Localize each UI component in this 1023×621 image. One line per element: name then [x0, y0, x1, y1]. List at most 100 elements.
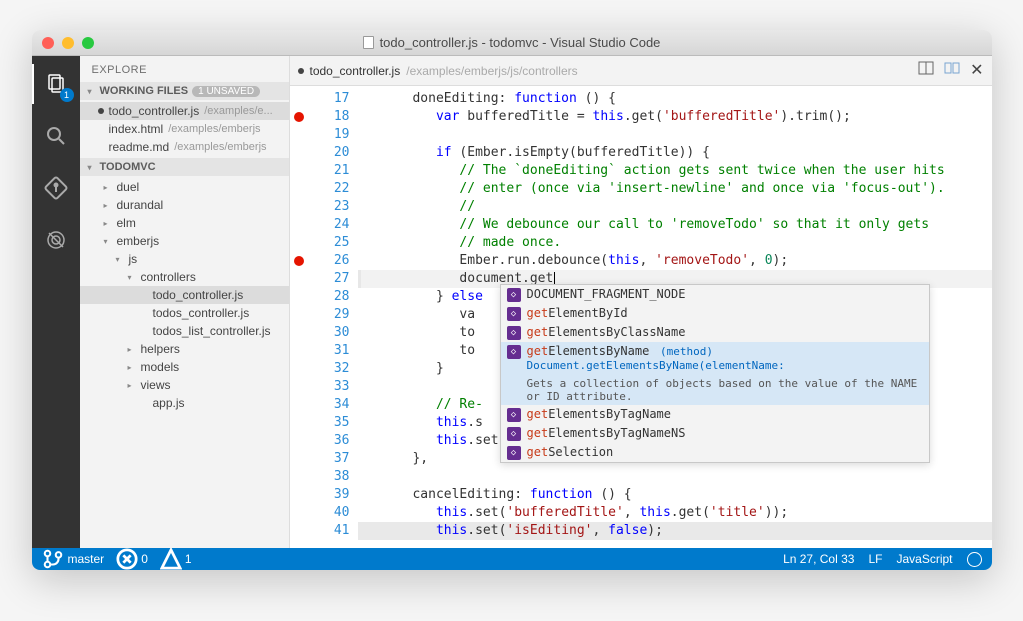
tree-folder[interactable]: ▸duel — [80, 178, 289, 196]
tree-folder[interactable]: ▸helpers — [80, 340, 289, 358]
line-number: 29 — [312, 306, 350, 324]
code-line[interactable]: // enter (once via 'insert-newline' and … — [358, 180, 992, 198]
chevron-down-icon: ▾ — [104, 237, 112, 245]
code-line[interactable] — [358, 126, 992, 144]
maximize-window[interactable] — [82, 37, 94, 49]
intellisense-item[interactable]: ◇getSelection — [501, 443, 929, 462]
code-line[interactable]: var bufferedTitle = this.get('bufferedTi… — [358, 108, 992, 126]
code-line[interactable]: Ember.run.debounce(this, 'removeTodo', 0… — [358, 252, 992, 270]
status-warnings[interactable]: 1 — [160, 548, 192, 570]
intellisense-popup[interactable]: ◇DOCUMENT_FRAGMENT_NODE◇getElementById◇g… — [500, 284, 930, 463]
split-editor-icon[interactable] — [918, 60, 934, 81]
code-line[interactable]: this.set('bufferedTitle', this.get('titl… — [358, 504, 992, 522]
chevron-right-icon: ▸ — [128, 381, 136, 389]
modified-indicator — [298, 68, 304, 74]
tree-item-label: models — [141, 360, 180, 374]
tab-path: /examples/emberjs/js/controllers — [406, 64, 577, 78]
tree-folder[interactable]: ▸durandal — [80, 196, 289, 214]
intellisense-item[interactable]: ◇DOCUMENT_FRAGMENT_NODE — [501, 285, 929, 304]
code-line[interactable] — [358, 468, 992, 486]
status-bar: master 0 1 Ln 27, Col 33 LF JavaScript — [32, 548, 992, 570]
status-language[interactable]: JavaScript — [896, 552, 952, 566]
breakpoint[interactable] — [294, 112, 304, 122]
spacer — [140, 291, 148, 299]
code-line[interactable]: // We debounce our call to 'removeTodo' … — [358, 216, 992, 234]
line-number: 20 — [312, 144, 350, 162]
tree-file[interactable]: app.js — [80, 394, 289, 412]
chevron-down-icon: ▾ — [128, 273, 136, 281]
project-tree: ▸duel▸durandal▸elm▾emberjs▾js▾controller… — [80, 176, 289, 414]
intellisense-item[interactable]: ◇getElementsByTagNameNS — [501, 424, 929, 443]
tree-item-label: elm — [117, 216, 136, 230]
title-bar: todo_controller.js - todomvc - Visual St… — [32, 30, 992, 56]
tree-file[interactable]: todos_controller.js — [80, 304, 289, 322]
line-number: 18 — [312, 108, 350, 126]
working-files-header[interactable]: ▾ WORKING FILES 1 UNSAVED — [80, 82, 289, 100]
code-line[interactable]: // made once. — [358, 234, 992, 252]
method-icon: ◇ — [507, 345, 521, 359]
line-number: 37 — [312, 450, 350, 468]
intellisense-item[interactable]: ◇getElementsByName (method) Document.get… — [501, 342, 929, 374]
tree-folder[interactable]: ▸models — [80, 358, 289, 376]
breakpoint[interactable] — [294, 256, 304, 266]
tree-folder[interactable]: ▾js — [80, 250, 289, 268]
code-line[interactable]: // The `doneEditing` action gets sent tw… — [358, 162, 992, 180]
sidebar-title: EXPLORE — [80, 56, 289, 82]
line-number: 22 — [312, 180, 350, 198]
tree-folder[interactable]: ▸ views — [80, 376, 289, 394]
working-file-item[interactable]: index.html /examples/emberjs — [80, 120, 289, 138]
method-icon: ◇ — [507, 307, 521, 321]
activity-explorer[interactable]: 1 — [32, 64, 80, 104]
line-number: 24 — [312, 216, 350, 234]
close-tab-icon[interactable]: ✕ — [970, 60, 983, 81]
activity-git[interactable] — [32, 168, 80, 208]
file-path: /examples/emberjs — [168, 123, 260, 135]
line-number: 41 — [312, 522, 350, 540]
tree-item-label: duel — [117, 180, 140, 194]
tree-folder[interactable]: ▾emberjs — [80, 232, 289, 250]
tree-file[interactable]: todo_controller.js — [80, 286, 289, 304]
project-header[interactable]: ▾ TODOMVC — [80, 158, 289, 176]
feedback-icon[interactable] — [967, 552, 982, 567]
activity-search[interactable] — [32, 116, 80, 156]
tree-item-label: views — [141, 378, 171, 392]
git-branch-icon[interactable]: master — [42, 548, 105, 570]
working-files-list: todo_controller.js /examples/e...index.h… — [80, 100, 289, 158]
line-number: 30 — [312, 324, 350, 342]
tree-file[interactable]: todos_list_controller.js — [80, 322, 289, 340]
line-number: 23 — [312, 198, 350, 216]
status-eol[interactable]: LF — [868, 552, 882, 566]
close-window[interactable] — [42, 37, 54, 49]
tree-folder[interactable]: ▸elm — [80, 214, 289, 232]
code-line[interactable]: // — [358, 198, 992, 216]
code-line[interactable]: doneEditing: function () { — [358, 90, 992, 108]
line-number: 19 — [312, 126, 350, 144]
spacer — [140, 399, 148, 407]
tree-folder[interactable]: ▾ controllers — [80, 268, 289, 286]
line-numbers: 1718192021222324252627282930313233343536… — [308, 86, 358, 548]
status-errors[interactable]: 0 — [116, 548, 148, 570]
tab-filename[interactable]: todo_controller.js — [310, 64, 401, 78]
chevron-down-icon: ▾ — [88, 163, 96, 171]
modified-dot — [98, 108, 104, 114]
line-number: 27 — [312, 270, 350, 288]
status-cursor[interactable]: Ln 27, Col 33 — [783, 552, 854, 566]
code-line[interactable]: this.set('isEditing', false); — [358, 522, 992, 540]
editor[interactable]: 1718192021222324252627282930313233343536… — [290, 86, 992, 548]
compare-icon[interactable] — [944, 60, 960, 81]
tree-item-label: controllers — [141, 270, 196, 284]
intellisense-doc: Gets a collection of objects based on th… — [507, 376, 923, 403]
working-file-item[interactable]: readme.md /examples/emberjs — [80, 138, 289, 156]
intellisense-item[interactable]: ◇getElementById — [501, 304, 929, 323]
sidebar: EXPLORE ▾ WORKING FILES 1 UNSAVED todo_c… — [80, 56, 290, 548]
line-number: 32 — [312, 360, 350, 378]
activity-debug[interactable] — [32, 220, 80, 260]
code-line[interactable]: if (Ember.isEmpty(bufferedTitle)) { — [358, 144, 992, 162]
intellisense-item[interactable]: ◇getElementsByClassName — [501, 323, 929, 342]
tree-item-label: todos_controller.js — [153, 306, 250, 320]
code-line[interactable]: cancelEditing: function () { — [358, 486, 992, 504]
line-number: 38 — [312, 468, 350, 486]
minimize-window[interactable] — [62, 37, 74, 49]
working-file-item[interactable]: todo_controller.js /examples/e... — [80, 102, 289, 120]
intellisense-item[interactable]: ◇getElementsByTagName — [501, 405, 929, 424]
